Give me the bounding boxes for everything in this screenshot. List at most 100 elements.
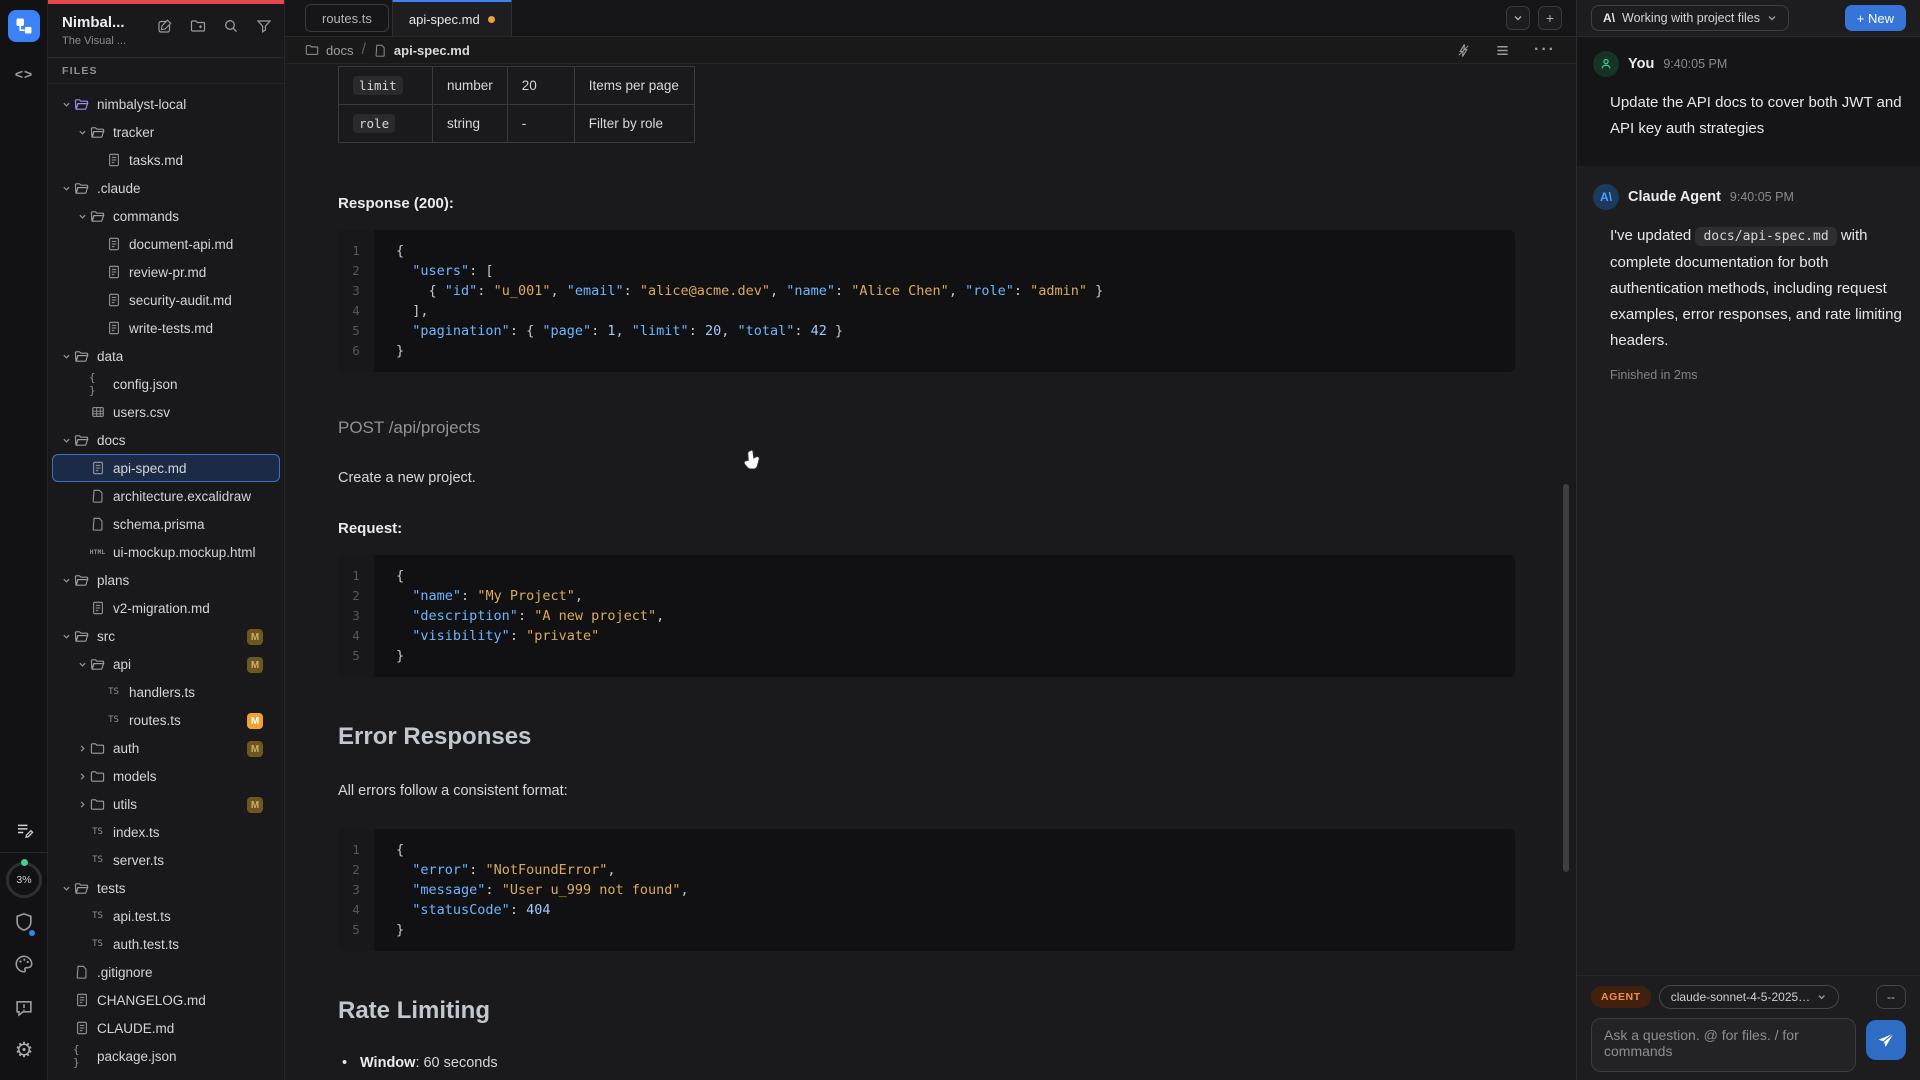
tree-row-models[interactable]: models bbox=[52, 762, 280, 790]
chat-input[interactable] bbox=[1591, 1018, 1856, 1072]
new-folder-icon[interactable] bbox=[190, 18, 206, 39]
code-text: } bbox=[374, 341, 404, 361]
tree-row-routes.ts[interactable]: TSroutes.tsM bbox=[52, 706, 280, 734]
tree-row-config.json[interactable]: { }config.json bbox=[52, 370, 280, 398]
tree-row-security-audit.md[interactable]: security-audit.md bbox=[52, 286, 280, 314]
feedback-icon[interactable] bbox=[0, 998, 48, 1018]
line-number: 2 bbox=[338, 586, 374, 606]
tree-row-label: users.csv bbox=[113, 405, 170, 420]
model-selector[interactable]: claude-sonnet-4-5-202509... bbox=[1659, 985, 1839, 1009]
filter-icon[interactable] bbox=[256, 18, 272, 39]
outline-list-icon[interactable] bbox=[1495, 43, 1510, 58]
tree-row-api-spec.md[interactable]: api-spec.md bbox=[52, 454, 280, 482]
markdown-preview: limitnumber20Items per pagerolestring-Fi… bbox=[285, 64, 1576, 1080]
tree-row-write-tests.md[interactable]: write-tests.md bbox=[52, 314, 280, 342]
code-text: "users": [ bbox=[374, 261, 494, 281]
code-text: { bbox=[374, 566, 404, 586]
tree-row-tracker[interactable]: tracker bbox=[52, 118, 280, 146]
file-type-icon bbox=[105, 237, 122, 251]
tree-row-.claude[interactable]: .claude bbox=[52, 174, 280, 202]
file-type-icon: TS bbox=[89, 911, 106, 921]
tree-row-ui-mockup.mockup.html[interactable]: HTMLui-mockup.mockup.html bbox=[52, 538, 280, 566]
tree-row-utils[interactable]: utilsM bbox=[52, 790, 280, 818]
tree-row-label: api bbox=[113, 657, 131, 672]
send-button[interactable] bbox=[1866, 1020, 1906, 1060]
tree-row-architecture.excalidraw[interactable]: architecture.excalidraw bbox=[52, 482, 280, 510]
tree-row-label: tracker bbox=[113, 125, 154, 140]
gear-icon[interactable]: ⚙ bbox=[0, 1040, 48, 1061]
breadcrumb-file[interactable]: api-spec.md bbox=[394, 43, 470, 58]
more-ellipsis-icon[interactable]: ··· bbox=[1534, 41, 1556, 59]
tab-routes.ts[interactable]: routes.ts bbox=[305, 4, 389, 32]
tree-row-label: src bbox=[97, 629, 115, 644]
post-endpoint-heading: POST /api/projects bbox=[338, 418, 1515, 438]
tree-row-label: review-pr.md bbox=[129, 265, 206, 280]
tree-row-label: auth bbox=[113, 741, 139, 756]
editor-scrollbar-thumb[interactable] bbox=[1563, 484, 1569, 872]
tree-row-commands[interactable]: commands bbox=[52, 202, 280, 230]
tree-row-v2-migration.md[interactable]: v2-migration.md bbox=[52, 594, 280, 622]
tree-row-plans[interactable]: plans bbox=[52, 566, 280, 594]
tree-row-api[interactable]: apiM bbox=[52, 650, 280, 678]
flowchart-glyph bbox=[14, 16, 34, 36]
tree-row-CLAUDE.md[interactable]: CLAUDE.md bbox=[52, 1014, 280, 1042]
compose-icon[interactable] bbox=[157, 18, 173, 39]
tab-api-spec.md[interactable]: api-spec.md bbox=[392, 0, 512, 36]
tree-row-nimbalyst-local[interactable]: nimbalyst-local bbox=[52, 90, 280, 118]
tree-row-handlers.ts[interactable]: TShandlers.ts bbox=[52, 678, 280, 706]
notes-edit-icon[interactable] bbox=[0, 820, 48, 839]
tree-row-label: tasks.md bbox=[129, 153, 183, 168]
search-icon[interactable] bbox=[223, 18, 239, 39]
error-responses-heading: Error Responses bbox=[338, 723, 1515, 751]
tree-row-review-pr.md[interactable]: review-pr.md bbox=[52, 258, 280, 286]
breadcrumb-bar: docs / api-spec.md ··· bbox=[285, 37, 1576, 64]
tree-row-.gitignore[interactable]: .gitignore bbox=[52, 958, 280, 986]
param-code-chip: role bbox=[353, 114, 395, 133]
tree-row-api.test.ts[interactable]: TS api.test.ts bbox=[52, 902, 280, 930]
new-chat-button[interactable]: + New bbox=[1845, 5, 1906, 31]
tree-row-auth[interactable]: authM bbox=[52, 734, 280, 762]
tree-row-package.json[interactable]: { }package.json bbox=[52, 1042, 280, 1070]
tree-row-data[interactable]: data bbox=[52, 342, 280, 370]
tab-bar: routes.ts api-spec.md + bbox=[285, 0, 1576, 37]
code-view-icon[interactable]: <> bbox=[0, 66, 48, 82]
tree-row-schema.prisma[interactable]: schema.prisma bbox=[52, 510, 280, 538]
tree-row-tasks.md[interactable]: tasks.md bbox=[52, 146, 280, 174]
tree-row-CHANGELOG.md[interactable]: CHANGELOG.md bbox=[52, 986, 280, 1014]
composer-more-button[interactable]: -- bbox=[1876, 985, 1906, 1009]
new-tab-button[interactable]: + bbox=[1538, 6, 1562, 30]
tree-row-label: .gitignore bbox=[97, 965, 153, 980]
tree-row-index.ts[interactable]: TSindex.ts bbox=[52, 818, 280, 846]
line-number: 5 bbox=[338, 920, 374, 940]
tree-row-users.csv[interactable]: users.csv bbox=[52, 398, 280, 426]
tree-row-label: api.test.ts bbox=[113, 909, 171, 924]
tree-row-tests[interactable]: tests bbox=[52, 874, 280, 902]
usage-ring[interactable]: 3% bbox=[6, 862, 42, 898]
agent-mode-badge[interactable]: AGENT bbox=[1591, 986, 1651, 1008]
tree-row-label: utils bbox=[113, 797, 137, 812]
shield-icon[interactable] bbox=[0, 912, 48, 932]
tree-row-label: config.json bbox=[113, 377, 178, 392]
code-line: 3 "description": "A new project", bbox=[338, 606, 1515, 626]
tree-row-docs[interactable]: docs bbox=[52, 426, 280, 454]
tree-row-src[interactable]: srcM bbox=[52, 622, 280, 650]
folder-icon bbox=[89, 769, 106, 784]
code-text: "pagination": { "page": 1, "limit": 20, … bbox=[374, 321, 843, 341]
tree-row-document-api.md[interactable]: document-api.md bbox=[52, 230, 280, 258]
file-type-icon bbox=[105, 293, 122, 307]
code-text: { "id": "u_001", "email": "alice@acme.de… bbox=[374, 281, 1103, 301]
tree-row-auth.test.ts[interactable]: TSauth.test.ts bbox=[52, 930, 280, 958]
folder-icon bbox=[305, 43, 319, 57]
palette-icon[interactable] bbox=[0, 954, 48, 974]
folder-icon bbox=[73, 629, 90, 644]
files-section-header: FILES bbox=[48, 58, 284, 84]
format-zap-icon[interactable] bbox=[1456, 43, 1471, 58]
tab-label: api-spec.md bbox=[409, 12, 480, 27]
app-logo[interactable] bbox=[8, 10, 40, 42]
folder-icon bbox=[73, 181, 90, 196]
breadcrumb-folder[interactable]: docs bbox=[326, 43, 353, 58]
folder-icon bbox=[89, 125, 106, 140]
tab-list-chevron-button[interactable] bbox=[1506, 6, 1530, 30]
chat-scope-dropdown[interactable]: A\ Working with project files bbox=[1591, 5, 1789, 31]
tree-row-server.ts[interactable]: TSserver.ts bbox=[52, 846, 280, 874]
